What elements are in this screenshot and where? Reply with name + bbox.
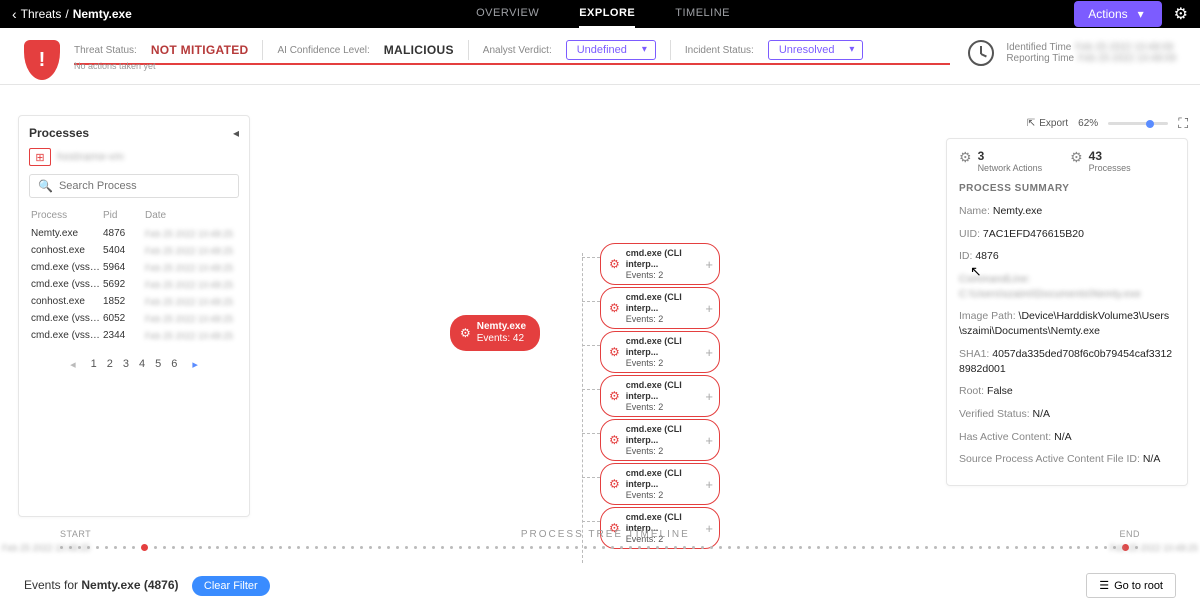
- chevron-down-icon: ▾: [1138, 7, 1144, 21]
- table-row[interactable]: cmd.exe (vssadmi...5964Feb 25 2022 10:48…: [29, 259, 239, 276]
- zoom-value: 62%: [1078, 118, 1098, 129]
- search-input[interactable]: [59, 180, 230, 192]
- process-tree[interactable]: ⚙ Nemty.exe Events: 42 ⚙cmd.exe (CLI int…: [260, 115, 936, 517]
- search-box[interactable]: 🔍: [29, 174, 239, 198]
- export-button[interactable]: ⇱Export: [1027, 118, 1068, 129]
- gear-icon: ⚙: [609, 433, 620, 447]
- page-5[interactable]: 5: [155, 358, 161, 370]
- actions-button[interactable]: Actions ▾: [1074, 1, 1161, 27]
- status-bar: ! Threat Status: NOT MITIGATED AI Confid…: [0, 28, 1200, 85]
- table-row[interactable]: cmd.exe (vssadmi...2344Feb 25 2022 10:48…: [29, 327, 239, 344]
- gear-icon: ⚙: [609, 477, 620, 491]
- tree-child-node[interactable]: ⚙cmd.exe (CLI interp...Events: 2+: [600, 463, 720, 505]
- tree-icon: ☰: [1099, 579, 1109, 592]
- page-next[interactable]: ▸: [192, 358, 198, 371]
- clock-icon: [968, 40, 994, 66]
- settings-gear-icon[interactable]: ⚙: [1174, 4, 1188, 24]
- expand-plus-icon[interactable]: +: [705, 389, 713, 404]
- page-3[interactable]: 3: [123, 358, 129, 370]
- pagination: ◂ 123456 ▸: [29, 358, 239, 371]
- processes-icon: ⚙: [1070, 149, 1083, 173]
- gear-icon: ⚙: [609, 257, 620, 271]
- breadcrumb-root[interactable]: Threats: [21, 7, 62, 21]
- go-to-root-button[interactable]: ☰ Go to root: [1086, 573, 1176, 598]
- threat-shield-icon: !: [24, 40, 60, 80]
- page-1[interactable]: 1: [91, 358, 97, 370]
- export-icon: ⇱: [1027, 118, 1035, 129]
- threat-status: NOT MITIGATED: [151, 43, 249, 57]
- tree-child-node[interactable]: ⚙cmd.exe (CLI interp...Events: 2+: [600, 419, 720, 461]
- expand-plus-icon[interactable]: +: [705, 345, 713, 360]
- tree-child-node[interactable]: ⚙cmd.exe (CLI interp...Events: 2+: [600, 331, 720, 373]
- expand-plus-icon[interactable]: +: [705, 257, 713, 272]
- expand-plus-icon[interactable]: +: [705, 433, 713, 448]
- process-tree-timeline[interactable]: START PROCESS TREE TIMELINE END Feb 25 2…: [0, 517, 1200, 559]
- network-actions-stat[interactable]: ⚙ 3Network Actions: [959, 149, 1042, 173]
- breadcrumb-current: Nemty.exe: [73, 7, 132, 21]
- gear-icon: ⚙: [609, 301, 620, 315]
- gear-icon: ⚙: [609, 389, 620, 403]
- back-chevron-icon[interactable]: ‹: [12, 6, 17, 22]
- table-row[interactable]: cmd.exe (vssadmi...5692Feb 25 2022 10:48…: [29, 276, 239, 293]
- top-bar: ‹ Threats / Nemty.exe OVERVIEW EXPLORE T…: [0, 0, 1200, 28]
- processes-stat[interactable]: ⚙ 43Processes: [1070, 149, 1131, 173]
- table-row[interactable]: cmd.exe (vssadmi...6052Feb 25 2022 10:48…: [29, 310, 239, 327]
- gear-icon: ⚙: [609, 345, 620, 359]
- search-icon: 🔍: [38, 179, 53, 193]
- breadcrumb[interactable]: ‹ Threats / Nemty.exe: [12, 6, 132, 22]
- expand-plus-icon[interactable]: +: [705, 477, 713, 492]
- fullscreen-icon[interactable]: ⛶: [1178, 115, 1188, 132]
- tree-child-node[interactable]: ⚙cmd.exe (CLI interp...Events: 2+: [600, 375, 720, 417]
- collapse-icon[interactable]: ◂: [233, 126, 239, 140]
- incident-status-dropdown[interactable]: Unresolved: [768, 40, 864, 60]
- processes-title: Processes: [29, 126, 89, 140]
- ai-confidence: MALICIOUS: [384, 43, 454, 57]
- expand-plus-icon[interactable]: +: [705, 301, 713, 316]
- tab-overview[interactable]: OVERVIEW: [476, 0, 539, 28]
- tree-root-node[interactable]: ⚙ Nemty.exe Events: 42: [450, 315, 540, 351]
- clear-filter-button[interactable]: Clear Filter: [192, 576, 270, 596]
- events-bar: Events for Nemty.exe (4876) Clear Filter…: [0, 559, 1200, 612]
- windows-icon: ⊞: [29, 148, 51, 166]
- tree-child-node[interactable]: ⚙cmd.exe (CLI interp...Events: 2+: [600, 243, 720, 285]
- gear-icon: ⚙: [460, 326, 471, 340]
- page-prev[interactable]: ◂: [70, 358, 76, 371]
- main-area: Processes ◂ ⊞ hostname-vm 🔍 Process Pid …: [0, 85, 1200, 517]
- page-2[interactable]: 2: [107, 358, 113, 370]
- nav-tabs: OVERVIEW EXPLORE TIMELINE: [476, 0, 730, 28]
- page-6[interactable]: 6: [171, 358, 177, 370]
- tab-explore[interactable]: EXPLORE: [579, 0, 635, 28]
- tree-toolbar: ⇱Export 62% ⛶: [946, 115, 1188, 132]
- tab-timeline[interactable]: TIMELINE: [675, 0, 730, 28]
- processes-panel: Processes ◂ ⊞ hostname-vm 🔍 Process Pid …: [18, 115, 250, 517]
- summary-panel: ⚙ 3Network Actions ⚙ 43Processes PROCESS…: [946, 138, 1188, 486]
- analyst-verdict-dropdown[interactable]: Undefined: [566, 40, 656, 60]
- table-row[interactable]: Nemty.exe4876Feb 25 2022 10:48:25: [29, 225, 239, 242]
- table-row[interactable]: conhost.exe1852Feb 25 2022 10:48:25: [29, 293, 239, 310]
- events-for-label: Events for Nemty.exe (4876): [24, 578, 182, 592]
- table-row[interactable]: conhost.exe5404Feb 25 2022 10:48:25: [29, 242, 239, 259]
- tree-child-node[interactable]: ⚙cmd.exe (CLI interp...Events: 2+: [600, 287, 720, 329]
- network-icon: ⚙: [959, 149, 972, 173]
- zoom-slider[interactable]: [1108, 122, 1168, 125]
- page-4[interactable]: 4: [139, 358, 145, 370]
- no-actions-text: No actions taken yet: [74, 61, 950, 77]
